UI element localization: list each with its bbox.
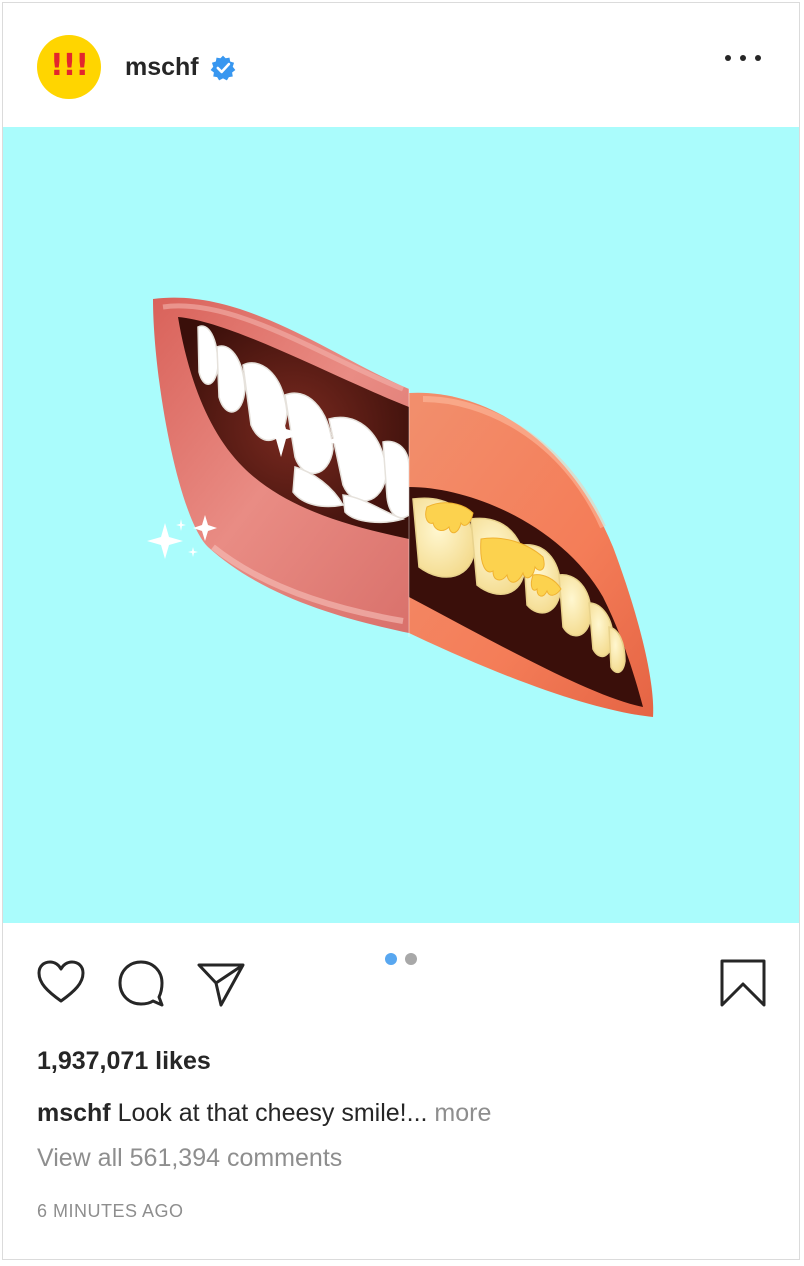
caption: mschf Look at that cheesy smile!... more (37, 1099, 491, 1128)
lips-illustration (147, 297, 654, 717)
avatar[interactable]: !!! (37, 35, 101, 99)
username[interactable]: mschf (125, 53, 199, 82)
instagram-post: !!! mschf 1,937,071 likes mschf Look at … (2, 2, 800, 1260)
avatar-text: !!! (49, 48, 89, 83)
carousel-dot-2 (405, 953, 417, 965)
likes-count[interactable]: 1,937,071 likes (37, 1047, 211, 1076)
more-options-icon[interactable] (725, 43, 761, 73)
caption-text: Look at that cheesy smile!... (110, 1099, 428, 1127)
view-all-comments-link[interactable]: View all 561,394 comments (37, 1144, 342, 1173)
post-image[interactable] (3, 127, 799, 923)
caption-username[interactable]: mschf (37, 1099, 111, 1127)
share-icon[interactable] (195, 957, 247, 1009)
heart-icon[interactable] (35, 957, 87, 1009)
verified-badge-icon (210, 55, 236, 81)
bookmark-icon[interactable] (717, 957, 769, 1009)
carousel-dot-1 (385, 953, 397, 965)
post-actions (3, 923, 799, 1043)
post-header: !!! mschf (3, 3, 799, 127)
carousel-indicator (385, 953, 417, 965)
comment-icon[interactable] (115, 957, 167, 1009)
caption-more-link[interactable]: more (427, 1099, 491, 1127)
post-timestamp: 6 MINUTES AGO (37, 1201, 184, 1221)
